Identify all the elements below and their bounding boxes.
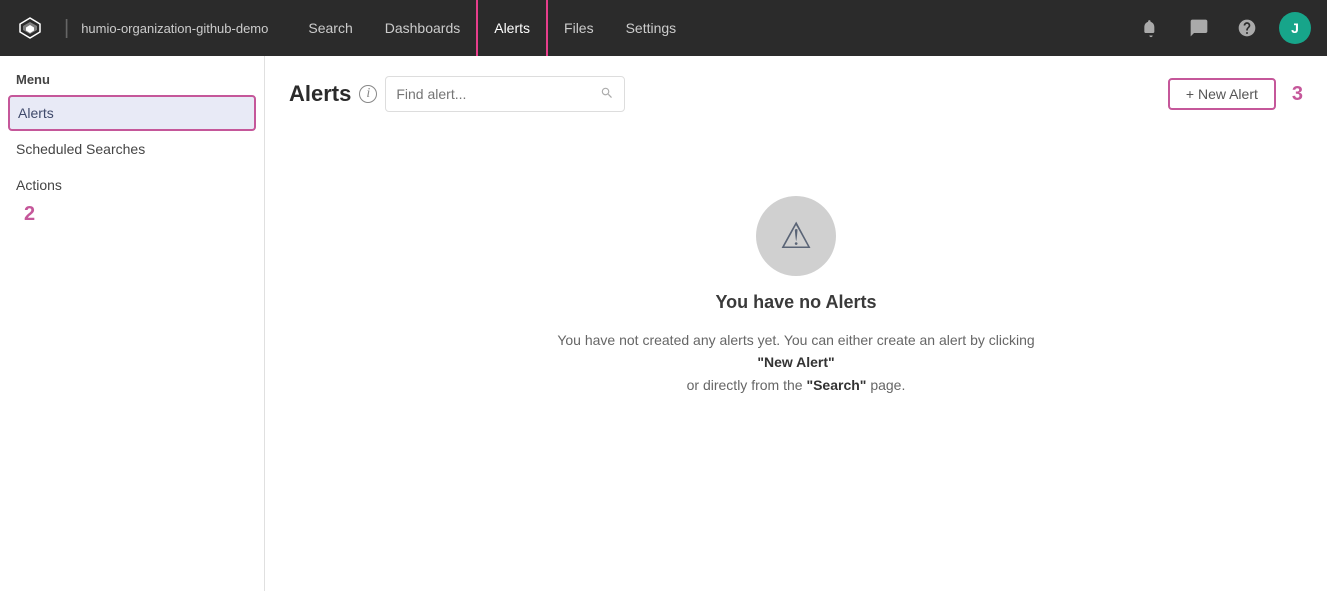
header-right: + New Alert 3 [1168, 78, 1303, 110]
empty-state: ⚠ You have no Alerts You have not create… [289, 136, 1303, 396]
main-header: Alerts i + New Alert 3 [289, 76, 1303, 112]
sidebar-item-actions[interactable]: Actions [0, 167, 264, 203]
nav-right: J [1135, 12, 1311, 44]
search-input[interactable] [396, 86, 600, 102]
nav-dashboards[interactable]: Dashboards [369, 0, 477, 56]
nav-links: Search Dashboards Alerts Files Settings [292, 0, 1135, 56]
chat-icon[interactable] [1183, 12, 1215, 44]
org-name: humio-organization-github-demo [81, 21, 268, 36]
empty-description: You have not created any alerts yet. You… [546, 329, 1046, 396]
empty-title: You have no Alerts [715, 292, 876, 313]
help-icon[interactable] [1231, 12, 1263, 44]
nav-alerts[interactable]: Alerts [476, 0, 548, 56]
step-number-2: 2 [8, 203, 35, 225]
notifications-icon[interactable] [1135, 12, 1167, 44]
empty-icon-circle: ⚠ [756, 196, 836, 276]
sidebar: Menu Alerts Scheduled Searches Actions 2 [0, 56, 265, 591]
nav-divider: | [64, 17, 69, 40]
header-left: Alerts i [289, 76, 625, 112]
info-icon[interactable]: i [359, 85, 377, 103]
warning-icon: ⚠ [780, 215, 812, 257]
sidebar-menu-label: Menu [0, 72, 264, 95]
nav-search[interactable]: Search [292, 0, 368, 56]
top-nav: | humio-organization-github-demo Search … [0, 0, 1327, 56]
new-alert-button[interactable]: + New Alert [1168, 78, 1276, 110]
step-number-3: 3 [1292, 83, 1303, 106]
main-content: Alerts i + New Alert 3 ⚠ [265, 56, 1327, 591]
nav-files[interactable]: Files [548, 0, 610, 56]
search-icon [600, 86, 614, 103]
logo[interactable] [16, 14, 44, 42]
sidebar-item-alerts[interactable]: Alerts [8, 95, 256, 131]
page-title: Alerts [289, 81, 351, 107]
sidebar-item-scheduled-searches[interactable]: Scheduled Searches [0, 131, 264, 167]
user-avatar[interactable]: J [1279, 12, 1311, 44]
layout: Menu Alerts Scheduled Searches Actions 2… [0, 56, 1327, 591]
nav-settings[interactable]: Settings [610, 0, 693, 56]
search-box [385, 76, 625, 112]
